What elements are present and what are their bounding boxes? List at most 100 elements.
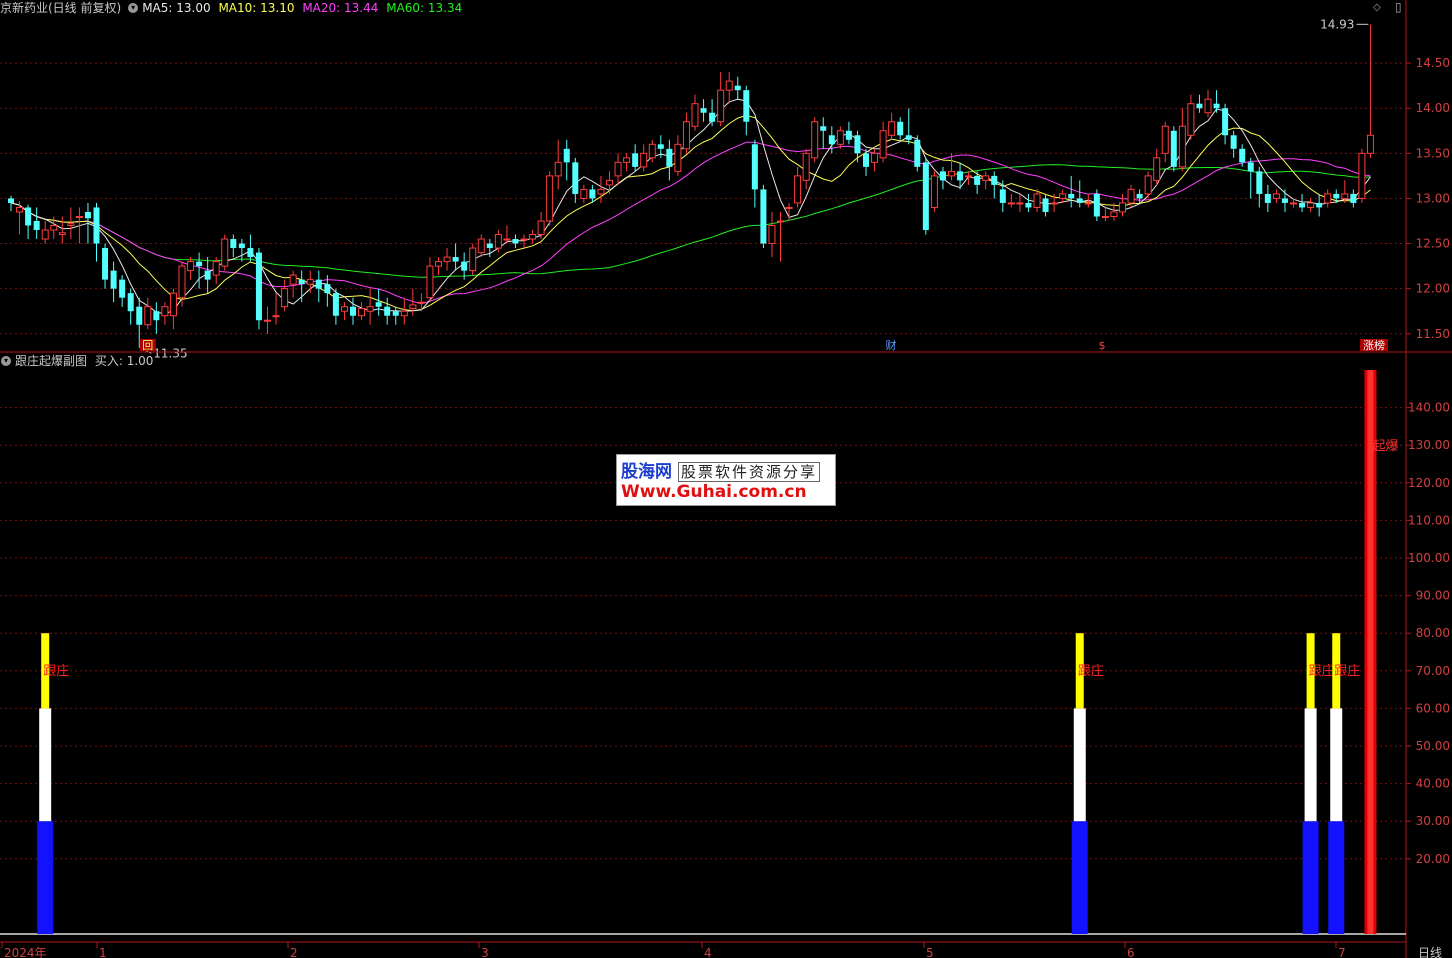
candle-body [1068,193,1075,199]
signal-bar-white [1330,708,1343,822]
candle-body [614,161,622,177]
candle-body [350,306,356,316]
low-label: 11.35 [153,346,187,360]
candle-body [461,261,468,271]
candle-body [640,152,648,168]
event-marker-hui: 回 [142,339,153,352]
candle-body [1153,157,1161,181]
candle-body [1358,152,1366,199]
candle-body [1110,211,1118,217]
candle-body [1016,202,1024,205]
candle-body [606,179,613,186]
date-axis: 2024年 1 2 3 4 5 6 7 日线 [0,941,1442,958]
candle-body [75,215,83,218]
candle-body [930,175,938,208]
candle-body [469,247,477,272]
price-tick-label: 14.00 [1416,101,1450,115]
date-tick-label: 7 [1338,946,1346,958]
candlestick-series[interactable]: 14.93 11.35回 财 $ 涨榜 [8,17,1388,360]
period-label: 日线 [1418,946,1442,958]
candle-body [1239,148,1246,163]
candle-body [871,152,879,163]
signal-bar-white [1304,708,1317,822]
candle-body [1272,193,1280,199]
candle-body [1076,198,1083,203]
candle-body [580,188,588,199]
candle-body [674,143,682,172]
candle-body [119,279,126,298]
candle-body [734,85,741,91]
candle-body [597,188,605,195]
candle-body [1170,130,1177,167]
candle-body [1161,125,1169,154]
candle-body [529,234,537,240]
candle-body [358,308,366,317]
signal-bar-white [1073,708,1086,822]
candle-body [1084,202,1092,205]
candle-body [84,211,91,219]
candle-body [546,175,554,222]
candle-body [315,279,322,289]
date-tick-label: 2024年 [4,946,47,958]
candle-body [1307,202,1315,208]
candle-body [1316,202,1323,208]
sub-chart-header: ▾ 跟庄起爆副图 买入: 1.00 [0,353,157,369]
indicator-tick-label: 130.00 [1408,438,1450,452]
candle-body [289,274,297,285]
chevron-circle-icon[interactable]: ▾ [128,2,139,13]
candle-body [409,304,417,309]
candle-body [572,162,579,194]
maximize-icon[interactable]: ▯ [1395,0,1402,14]
candle-body [272,315,280,318]
candle-body [247,248,254,258]
candle-body [520,238,528,241]
chevron-circle-icon[interactable]: ▾ [1,355,11,366]
candle-body [648,143,656,159]
indicator-title: 跟庄起爆副图 [15,354,88,368]
burst-bar-core [1367,370,1374,934]
candle-body [41,229,49,240]
ma20-line [10,141,1371,305]
diamond-icon[interactable]: ◇ [1373,2,1381,13]
ma10-value: MA10: 13.10 [218,1,295,15]
candle-body [255,252,262,321]
candle-body [196,261,203,267]
candle-body [802,152,810,181]
candle-body [417,301,425,304]
candle-body [777,220,784,223]
candle-body [845,130,852,140]
candle-body [1101,215,1109,218]
candle-body [632,153,639,167]
candle-body [25,207,32,226]
burst-label: 起爆 [1372,439,1398,454]
candle-body [999,189,1006,203]
candle-body [230,239,237,249]
candle-body [1119,202,1126,213]
indicator-tick-label: 70.00 [1416,664,1450,678]
indicator-tick-label: 60.00 [1416,701,1450,715]
candle-body [93,207,100,244]
candle-body [965,175,973,178]
candle-body [863,153,869,167]
candle-body [922,162,929,231]
watermark-slogan: 股票软件资源分享 [678,462,821,482]
indicator-tick-label: 140.00 [1408,401,1450,415]
indicator-axis: 20.00 30.00 40.00 50.00 60.00 70.00 80.00 90.00… [1406,401,1450,866]
candle-body [212,261,220,276]
candle-body [982,175,990,181]
candle-body [1059,193,1067,199]
candle-body [102,248,109,280]
candle-body [1230,135,1237,149]
date-tick-label: 1 [99,946,107,958]
candle-body [888,121,896,136]
watermark-brand: 股海网 [621,462,672,482]
candle-body [828,135,835,145]
candle-body [1290,202,1297,205]
price-tick-label: 14.50 [1416,56,1450,70]
candle-body [897,121,904,136]
candle-body [161,306,169,317]
indicator-tick-label: 50.00 [1416,739,1450,753]
candle-body [50,225,58,231]
candle-body [1025,202,1032,208]
candle-body [340,306,348,312]
